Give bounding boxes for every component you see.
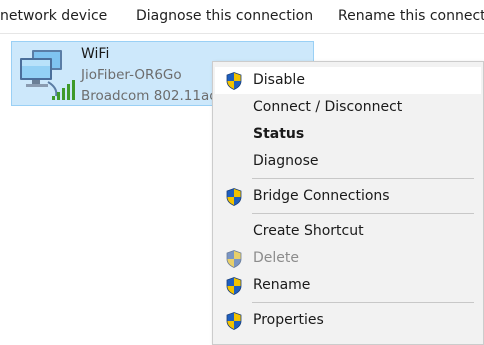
menu-separator (252, 178, 474, 179)
menu-label-diagnose: Diagnose (253, 153, 319, 169)
menu-item-disable[interactable]: Disable (215, 67, 481, 94)
uac-shield-icon (226, 188, 242, 206)
toolbar-network-device-button[interactable]: network device (0, 7, 107, 25)
command-toolbar: network device Diagnose this connection … (0, 0, 484, 34)
menu-separator (252, 213, 474, 214)
menu-item-bridge-connections[interactable]: Bridge Connections (215, 183, 481, 210)
menu-label-properties: Properties (253, 312, 324, 328)
uac-shield-icon (226, 72, 242, 90)
menu-label-create-shortcut: Create Shortcut (253, 223, 364, 239)
menu-item-rename[interactable]: Rename (215, 272, 481, 299)
toolbar-diagnose-button[interactable]: Diagnose this connection (136, 7, 313, 25)
menu-label-delete: Delete (253, 250, 299, 266)
network-connections-window: network device Diagnose this connection … (0, 0, 484, 345)
menu-separator (252, 302, 474, 303)
menu-label-status: Status (253, 126, 305, 142)
network-adapter-wifi-icon (20, 50, 75, 100)
uac-shield-icon (226, 277, 242, 295)
menu-item-properties[interactable]: Properties (215, 307, 481, 334)
uac-shield-icon (226, 250, 242, 268)
menu-label-rename: Rename (253, 277, 311, 293)
menu-label-disable: Disable (253, 72, 305, 88)
adapter-network-name: JioFiber-OR6Go (81, 67, 182, 83)
menu-item-status[interactable]: Status (215, 121, 481, 148)
adapter-name: WiFi (81, 46, 110, 62)
context-menu: Disable Connect / Disconnect Status Diag… (212, 61, 484, 345)
uac-shield-icon (226, 312, 242, 330)
menu-item-delete: Delete (215, 245, 481, 272)
toolbar-rename-button[interactable]: Rename this connection (338, 7, 484, 25)
menu-item-diagnose[interactable]: Diagnose (215, 148, 481, 175)
adapter-device-name: Broadcom 802.11ac (81, 88, 217, 104)
menu-label-bridge-connections: Bridge Connections (253, 188, 390, 204)
menu-item-create-shortcut[interactable]: Create Shortcut (215, 218, 481, 245)
menu-item-connect-disconnect[interactable]: Connect / Disconnect (215, 94, 481, 121)
menu-label-connect-disconnect: Connect / Disconnect (253, 99, 403, 115)
